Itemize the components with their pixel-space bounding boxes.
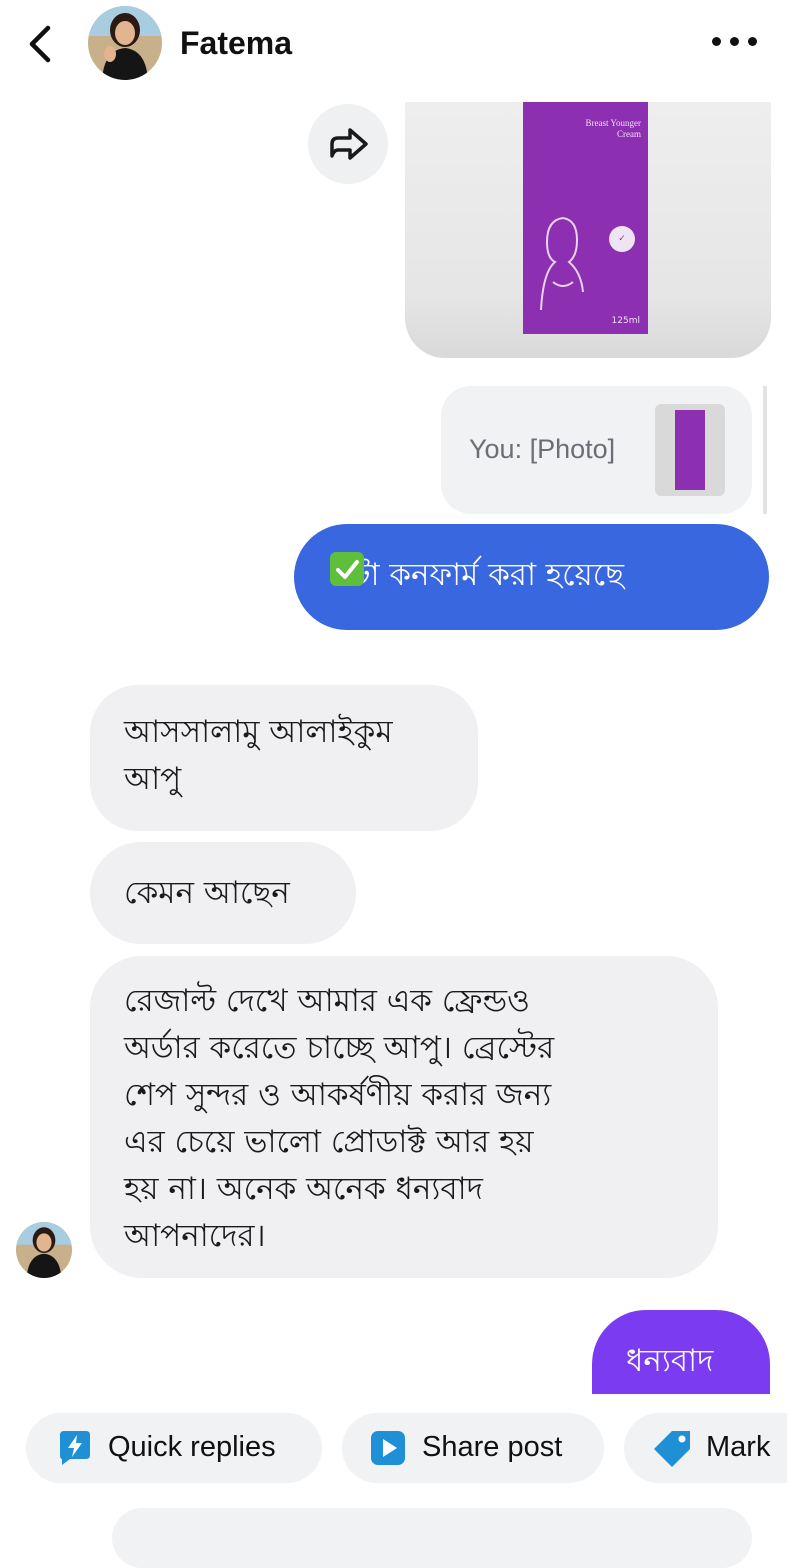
reply-preview-text: You: [Photo] xyxy=(469,434,616,464)
contact-name[interactable]: Fatema xyxy=(180,25,292,62)
message-bubble-incoming[interactable]: রেজাল্ট দেখে আমার এক ফ্রেন্ডও অর্ডার করে… xyxy=(90,956,718,1278)
more-dots-icon xyxy=(712,37,721,46)
mark-button[interactable]: Mark xyxy=(624,1413,787,1483)
message-bubble-outgoing[interactable]: ধন্যবাদ xyxy=(592,1310,770,1394)
reply-thumbnail xyxy=(655,404,725,496)
check-mark-icon xyxy=(330,552,364,586)
lightning-icon xyxy=(60,1431,90,1465)
product-volume: 125ml xyxy=(611,316,640,326)
tag-icon xyxy=(654,1431,690,1467)
message-text: রেজাল্ট দেখে আমার এক ফ্রেন্ডও অর্ডার করে… xyxy=(124,983,555,1254)
back-button[interactable] xyxy=(22,22,62,66)
quick-replies-button[interactable]: Quick replies xyxy=(26,1413,322,1483)
message-bubble-outgoing[interactable]: এটা কনফার্ম করা হয়েছে xyxy=(294,524,769,630)
message-text: আসসালামু আলাইকুম আপু xyxy=(124,714,393,797)
message-composer[interactable] xyxy=(112,1508,752,1568)
forward-button[interactable] xyxy=(308,104,388,184)
reply-preview[interactable]: You: [Photo] xyxy=(441,386,752,514)
message-text: ধন্যবাদ xyxy=(626,1343,714,1379)
message-bubble-incoming[interactable]: কেমন আছেন xyxy=(90,842,356,944)
woman-silhouette-icon xyxy=(540,217,584,311)
share-post-button[interactable]: Share post xyxy=(342,1413,604,1483)
message-text: এটা কনফার্ম করা হয়েছে xyxy=(330,557,625,593)
product-photo[interactable]: Breast Younger Cream ✓ 125ml xyxy=(405,102,771,358)
share-arrow-icon xyxy=(330,128,368,160)
chip-label: Quick replies xyxy=(108,1431,276,1463)
play-icon xyxy=(371,1431,405,1465)
message-text: কেমন আছেন xyxy=(124,875,290,911)
sender-avatar[interactable] xyxy=(16,1222,72,1278)
message-bubble-incoming[interactable]: আসসালামু আলাইকুম আপু xyxy=(90,685,478,831)
product-name: Breast Younger Cream xyxy=(585,118,642,139)
more-options-button[interactable] xyxy=(706,28,766,58)
avatar[interactable] xyxy=(88,6,162,80)
reply-divider xyxy=(763,386,767,514)
chip-label: Share post xyxy=(422,1431,563,1463)
product-badge: ✓ xyxy=(609,226,635,252)
product-box: Breast Younger Cream ✓ 125ml xyxy=(523,102,648,334)
chip-label: Mark xyxy=(706,1431,771,1463)
chevron-left-icon xyxy=(29,25,51,63)
